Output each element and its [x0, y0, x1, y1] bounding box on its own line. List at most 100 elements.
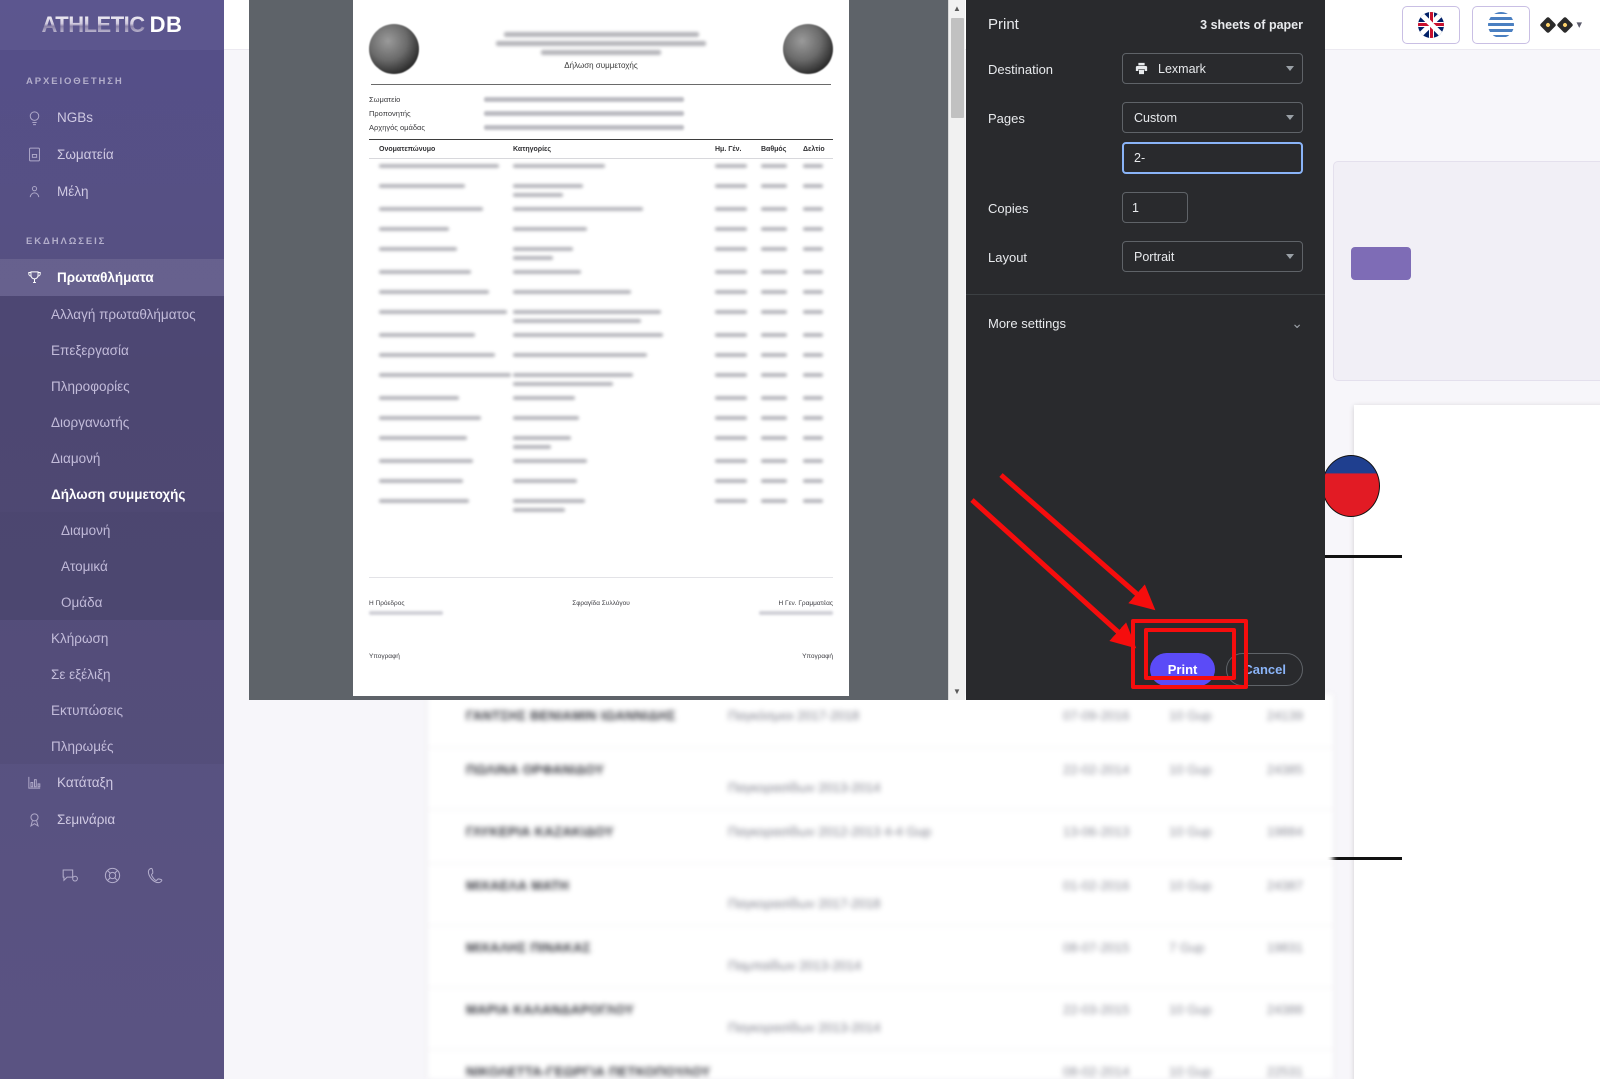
- phone-icon[interactable]: [146, 866, 165, 890]
- cell-name: ΝΙΚΟΛΕΤΤΑ-ΓΕΩΡΓΙΑ ΠΕΤΚΟΠΟΥΛΟΥ: [466, 1064, 711, 1079]
- background-document-card: [1322, 405, 1600, 1079]
- table-row[interactable]: ΠΩΛΙΝΑ ΟΡΦΑΝΙΔΟΥ Παγκορασίδων 2013-2014 …: [428, 748, 1333, 810]
- lifebuoy-icon[interactable]: [103, 866, 122, 890]
- pages-select[interactable]: Custom: [1122, 102, 1303, 133]
- more-settings-toggle[interactable]: More settings ⌄: [966, 295, 1325, 352]
- pdf-table-row: [369, 411, 833, 431]
- cell-number: 19831: [1266, 940, 1303, 955]
- sidebar-item-ranking[interactable]: Κατάταξη: [0, 764, 224, 801]
- pdf-table-row: [369, 474, 833, 494]
- sidebar-footer-icons: [0, 838, 224, 890]
- person-pin-icon: [26, 183, 43, 200]
- lang-button-en[interactable]: [1402, 5, 1461, 44]
- sidebar-item-championships[interactable]: Πρωταθλήματα: [0, 259, 224, 296]
- participants-table: ΓΑΝΤΣΗΣ ΒΕΝΙΑΜΙΝ ΙΩΑΝΝΙΔΗΣ Παγκόσμιοι 20…: [428, 694, 1333, 1079]
- table-row[interactable]: ΓΑΝΤΣΗΣ ΒΕΝΙΑΜΙΝ ΙΩΑΝΝΙΔΗΣ Παγκόσμιοι 20…: [428, 694, 1333, 748]
- cell-number: 22531: [1266, 1064, 1303, 1079]
- pdf-table-row: [369, 454, 833, 474]
- highlight-box-inner: [1144, 628, 1236, 680]
- pdf-meta-label: Προπονητής: [369, 108, 411, 118]
- user-menu[interactable]: ▾: [1539, 16, 1582, 33]
- pdf-table-row: [369, 179, 833, 202]
- copies-input[interactable]: [1122, 192, 1188, 223]
- sidebar-subitem-accommodation[interactable]: Διαμονή: [0, 440, 224, 476]
- table-row[interactable]: ΝΙΚΟΛΕΤΤΑ-ΓΕΩΡΓΙΑ ΠΕΤΚΟΠΟΥΛΟΥ Παγκορασίδ…: [428, 1050, 1333, 1079]
- cell-date: 22-03-2015: [1063, 1002, 1130, 1017]
- cell-date: 08-02-2014: [1063, 1064, 1130, 1079]
- sidebar-item-label: Σωματεία: [57, 147, 114, 162]
- table-row[interactable]: ΜΙΧΑΕΛΑ ΜΑΤΗ Παγκορασίδων 2017-2018 01-0…: [428, 864, 1333, 926]
- pdf-page: Δήλωση συμμετοχής Σωματείο Προπονητής Αρ…: [353, 0, 849, 696]
- cell-category: Παγκορασίδων 2013-2014: [728, 1020, 881, 1035]
- chat-icon[interactable]: [60, 866, 79, 890]
- sidebar-subsubitem-accommodation[interactable]: Διαμονή: [0, 512, 224, 548]
- cell-degree: 10 Gup: [1169, 762, 1212, 777]
- sidebar-subsubgroup-participation: Διαμονή Ατομικά Ομάδα: [0, 512, 224, 620]
- federation-logo-left-icon: [369, 24, 419, 74]
- table-row[interactable]: ΓΛΥΚΕΡΙΑ ΚΑΖΑΚΙΔΟΥ Παγκορασίδων 2012-201…: [428, 810, 1333, 864]
- cell-category: Παγκορασίδων 2017-2018: [728, 896, 881, 911]
- cell-degree: 10 Gup: [1169, 824, 1212, 839]
- sidebar-subitem-printouts[interactable]: Εκτυπώσεις: [0, 692, 224, 728]
- cell-name: ΠΩΛΙΝΑ ΟΡΦΑΝΙΔΟΥ: [466, 762, 605, 777]
- pdf-header: Δήλωση συμμετοχής: [369, 20, 833, 78]
- sidebar-item-seminars[interactable]: Σεμινάρια: [0, 801, 224, 838]
- sidebar-item-label: Πρωταθλήματα: [57, 270, 154, 285]
- cell-category: Παμπαίδων 2013-2014: [728, 958, 862, 973]
- pdf-table-row: [369, 348, 833, 368]
- destination-value: Lexmark: [1158, 61, 1206, 76]
- lang-button-el[interactable]: [1472, 5, 1531, 44]
- sidebar-subitem-organizer[interactable]: Διοργανωτής: [0, 404, 224, 440]
- brand-athletic: ATHLETIC: [41, 12, 146, 37]
- sidebar: ATHLETIC DB ΑΡΧΕΙΟΘΕΤΗΣΗ NGBs Σωματεία Μέ…: [0, 0, 224, 1079]
- sidebar-subitem-info[interactable]: Πληροφορίες: [0, 368, 224, 404]
- app-logo[interactable]: ATHLETIC DB: [0, 0, 224, 50]
- chevron-down-icon: [1286, 66, 1294, 71]
- cell-category: Παγκορασίδων 2013-2014: [728, 780, 881, 795]
- pages-value: Custom: [1134, 110, 1178, 125]
- cell-degree: 10 Gup: [1169, 878, 1212, 893]
- cell-date: 08-07-2015: [1063, 940, 1130, 955]
- table-row[interactable]: ΜΙΧΑΛΗΣ ΠΙΝΑΚΑΣ Παμπαίδων 2013-2014 08-0…: [428, 926, 1333, 988]
- pdf-signature-left: Υπογραφή: [369, 653, 400, 660]
- sidebar-subitem-edit[interactable]: Επεξεργασία: [0, 332, 224, 368]
- sidebar-subsubitem-team[interactable]: Ομάδα: [0, 584, 224, 620]
- pdf-meta-block: Σωματείο Προπονητής Αρχηγός ομάδας: [369, 92, 833, 134]
- sidebar-item-members[interactable]: Μέλη: [0, 173, 224, 210]
- scrollbar-thumb[interactable]: [951, 18, 964, 118]
- chart-icon: [26, 774, 43, 791]
- chevron-down-icon: ▾: [1576, 19, 1582, 31]
- scroll-down-arrow-icon[interactable]: ▼: [949, 683, 965, 700]
- pdf-table-row: [369, 265, 833, 285]
- bulb-icon: [26, 109, 43, 126]
- cell-degree: 10 Gup: [1169, 1002, 1212, 1017]
- pdf-sign-stamp: Σφραγίδα Συλλόγου: [572, 600, 630, 607]
- sidebar-subitem-in-progress[interactable]: Σε εξέλιξη: [0, 656, 224, 692]
- destination-select[interactable]: Lexmark: [1122, 53, 1303, 84]
- award-icon: [26, 811, 43, 828]
- pages-range-input[interactable]: [1122, 142, 1303, 174]
- pdf-document-title: Δήλωση συμμετοχής: [564, 61, 638, 70]
- preview-scrollbar[interactable]: ▲ ▼: [948, 0, 965, 700]
- pdf-table-row: [369, 222, 833, 242]
- layout-value: Portrait: [1134, 249, 1175, 264]
- background-primary-button[interactable]: [1351, 247, 1411, 280]
- cell-degree: 10 Gup: [1169, 1064, 1212, 1079]
- more-settings-label: More settings: [988, 316, 1067, 331]
- pdf-table-row: [369, 202, 833, 222]
- table-row[interactable]: ΜΑΡΙΑ ΚΑΛΑΝΔΑΡΟΓΛΟΥ Παγκορασίδων 2013-20…: [428, 988, 1333, 1050]
- sidebar-subitem-draw[interactable]: Κλήρωση: [0, 620, 224, 656]
- sidebar-item-label: Σεμινάρια: [57, 812, 116, 827]
- scroll-up-arrow-icon[interactable]: ▲: [949, 0, 965, 17]
- sidebar-subitem-payments[interactable]: Πληρωμές: [0, 728, 224, 764]
- pdf-table-row: [369, 242, 833, 265]
- layout-label: Layout: [988, 250, 1028, 265]
- layout-select[interactable]: Portrait: [1122, 241, 1303, 272]
- sidebar-subitem-participation-declaration[interactable]: Δήλωση συμμετοχής: [0, 476, 224, 512]
- sidebar-subsubitem-individual[interactable]: Ατομικά: [0, 548, 224, 584]
- avatar-secondary: [1556, 16, 1574, 33]
- sidebar-subitem-change-championship[interactable]: Αλλαγή πρωταθλήματος: [0, 296, 224, 332]
- sidebar-item-clubs[interactable]: Σωματεία: [0, 136, 224, 173]
- sidebar-item-ngbs[interactable]: NGBs: [0, 99, 224, 136]
- cell-number: 24388: [1266, 1002, 1303, 1017]
